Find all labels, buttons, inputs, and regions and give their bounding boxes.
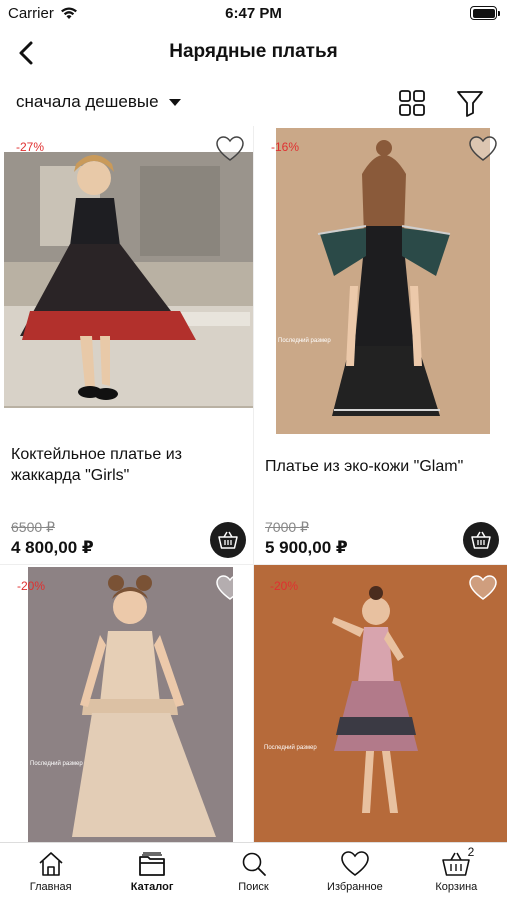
discount-badge: -20% <box>17 579 46 593</box>
tab-cart[interactable]: 2 Корзина <box>406 843 507 900</box>
basket-icon <box>218 531 238 549</box>
tab-favorites[interactable]: Избранное <box>304 843 405 900</box>
status-time: 6:47 PM <box>225 5 282 22</box>
discount-badge: -16% <box>271 140 300 154</box>
navigation-bar: Нарядные платья <box>0 28 507 78</box>
tab-bar: Главная Каталог Поиск Избранное 2 Корзин… <box>0 842 507 900</box>
grid-view-icon[interactable] <box>397 88 427 118</box>
price: 4 800,00 ₽ <box>11 538 94 557</box>
favorite-heart-icon[interactable] <box>468 135 498 163</box>
old-price: 7000 ₽ <box>265 519 309 535</box>
product-grid: -27% Коктейльное платье из жаккарда "Gir… <box>0 126 507 842</box>
add-to-cart-button[interactable] <box>463 522 499 558</box>
product-card[interactable]: Последний размер -20% <box>0 565 253 842</box>
tab-label: Избранное <box>327 881 383 893</box>
svg-text:Последний размер: Последний размер <box>278 337 331 344</box>
discount-badge: -27% <box>16 140 45 154</box>
product-image[interactable]: Последний размер <box>0 565 253 842</box>
tab-label: Главная <box>29 881 72 893</box>
product-image[interactable]: Последний размер <box>254 126 507 436</box>
page-title: Нарядные платья <box>169 41 338 62</box>
home-icon <box>39 852 63 876</box>
product-name[interactable]: Коктейльное платье из жаккарда "Girls" <box>11 444 221 486</box>
product-image[interactable]: Последний размер <box>254 565 507 842</box>
tab-label: Каталог <box>130 881 174 893</box>
favorite-heart-icon[interactable] <box>215 574 245 602</box>
tab-label: Корзина <box>435 881 478 893</box>
svg-text:Последний размер: Последний размер <box>30 760 83 767</box>
add-to-cart-button[interactable] <box>210 522 246 558</box>
product-image[interactable] <box>0 126 253 408</box>
basket-icon <box>471 531 491 549</box>
product-card[interactable]: -27% Коктейльное платье из жаккарда "Gir… <box>0 126 253 564</box>
battery-icon <box>470 6 500 20</box>
product-name[interactable]: Платье из эко-кожи "Glam" <box>265 456 501 477</box>
price: 5 900,00 ₽ <box>265 538 348 557</box>
product-card[interactable]: Последний размер -20% <box>254 565 507 842</box>
search-icon <box>242 852 266 876</box>
favorite-heart-icon[interactable] <box>468 574 498 602</box>
svg-text:Последний размер: Последний размер <box>264 744 317 751</box>
old-price: 6500 ₽ <box>11 519 55 535</box>
heart-icon <box>341 851 369 876</box>
sort-dropdown[interactable]: сначала дешевые <box>16 92 181 112</box>
status-bar: Carrier 6:47 PM <box>0 0 507 28</box>
catalog-icon <box>139 852 166 876</box>
tab-home[interactable]: Главная <box>0 843 101 900</box>
tab-label: Поиск <box>238 881 269 893</box>
filter-icon[interactable] <box>455 88 485 118</box>
toolbar: сначала дешевые <box>0 80 507 126</box>
cart-count-badge: 2 <box>467 845 475 859</box>
tab-catalog[interactable]: Каталог <box>101 843 202 900</box>
favorite-heart-icon[interactable] <box>215 135 245 163</box>
tab-search[interactable]: Поиск <box>203 843 304 900</box>
discount-badge: -20% <box>270 579 299 593</box>
caret-down-icon <box>168 98 181 106</box>
product-card[interactable]: Последний размер -16% Платье из эко-кожи… <box>254 126 507 564</box>
sort-label: сначала дешевые <box>16 92 159 111</box>
